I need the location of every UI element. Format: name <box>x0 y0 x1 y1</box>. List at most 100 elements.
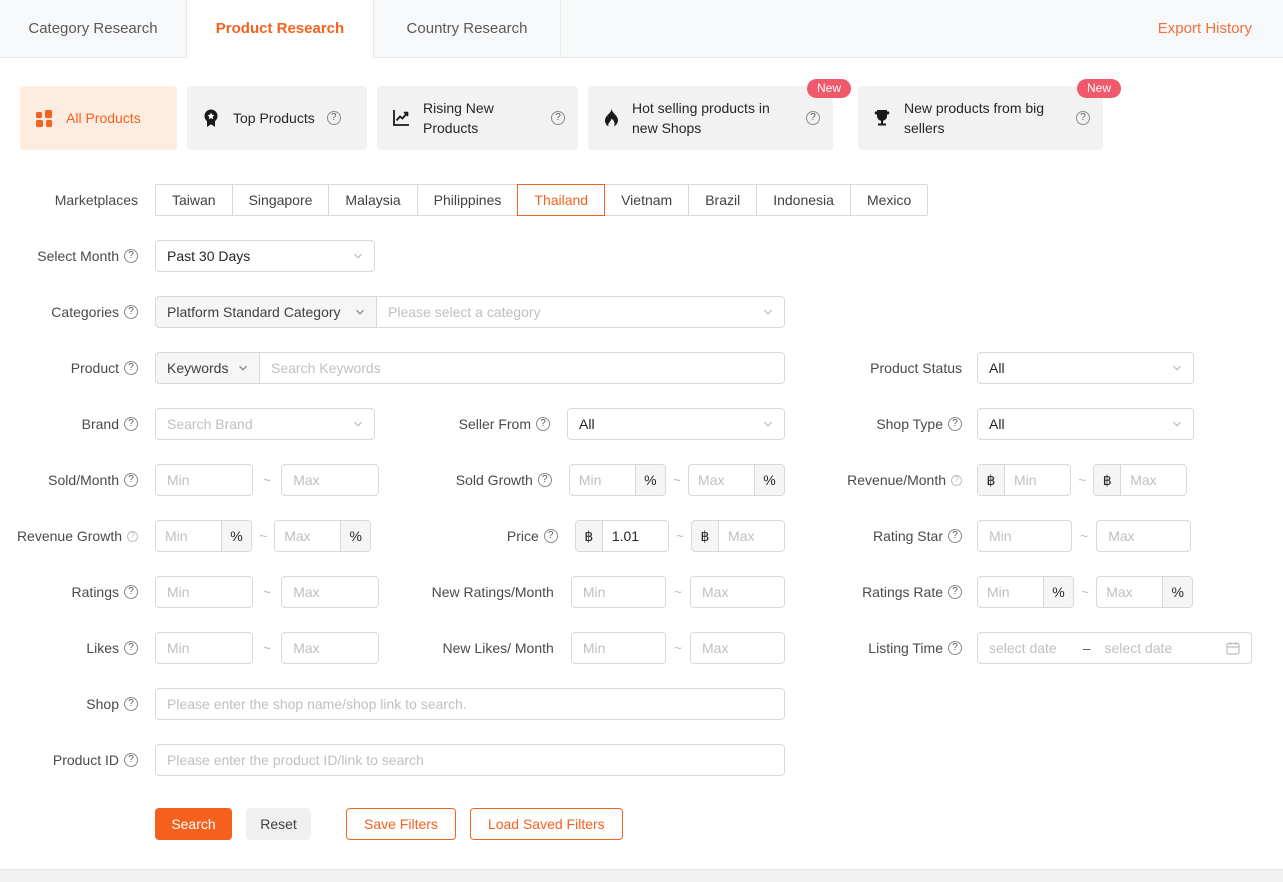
help-icon[interactable]: ? <box>127 530 138 542</box>
card-label: Hot selling products in new Shops <box>632 99 770 136</box>
product-id-input[interactable] <box>155 744 785 776</box>
help-icon[interactable]: ? <box>537 473 552 487</box>
baht-currency-prefix: ฿ <box>691 520 719 552</box>
help-icon[interactable]: ? <box>124 753 138 767</box>
marketplace-option-malaysia[interactable]: Malaysia <box>328 184 418 216</box>
chevron-down-icon <box>353 419 363 429</box>
listing-time-label: Listing Time ? <box>785 640 962 656</box>
help-icon[interactable]: ? <box>951 474 962 486</box>
brand-select[interactable]: Search Brand <box>155 408 375 440</box>
trophy-icon <box>872 108 892 128</box>
load-saved-filters-button[interactable]: Load Saved Filters <box>469 808 623 840</box>
help-icon[interactable]: ? <box>124 585 138 599</box>
help-icon[interactable]: ? <box>948 585 962 599</box>
rating-star-min-input[interactable] <box>977 520 1072 552</box>
help-icon[interactable]: ? <box>806 111 820 125</box>
card-hot-selling-new-shops[interactable]: New Hot selling products in new Shops ? <box>588 79 851 150</box>
shop-type-dropdown[interactable]: All <box>977 408 1194 440</box>
help-icon[interactable]: ? <box>326 111 341 125</box>
save-filters-button[interactable]: Save Filters <box>346 808 456 840</box>
start-date-field[interactable]: select date <box>989 640 1057 656</box>
end-date-field[interactable]: select date <box>1105 640 1173 656</box>
trend-chart-icon <box>391 108 411 128</box>
baht-currency-prefix: ฿ <box>977 464 1005 496</box>
product-status-dropdown[interactable]: All <box>977 352 1194 384</box>
card-top-products[interactable]: Top Products ? <box>187 86 367 150</box>
listing-time-date-range-picker[interactable]: select date – select date <box>977 632 1252 664</box>
export-history-link[interactable]: Export History <box>1158 0 1283 57</box>
price-max-input[interactable] <box>718 520 785 552</box>
shop-search-input[interactable] <box>155 688 785 720</box>
likes-max-input[interactable] <box>281 632 380 664</box>
marketplace-option-mexico[interactable]: Mexico <box>849 184 929 216</box>
marketplace-button-group: Taiwan Singapore Malaysia Philippines Thaila… <box>155 184 929 216</box>
card-label: Rising New Products <box>423 99 494 136</box>
percent-suffix: % <box>1043 576 1074 608</box>
card-new-products-big-sellers[interactable]: New New products from big sellers ? <box>858 79 1121 150</box>
help-icon[interactable]: ? <box>124 249 138 263</box>
sold-growth-max-input[interactable] <box>688 464 755 496</box>
help-icon[interactable]: ? <box>536 417 550 431</box>
tab-category-research[interactable]: Category Research <box>0 0 187 57</box>
marketplace-option-indonesia[interactable]: Indonesia <box>756 184 851 216</box>
reset-button[interactable]: Reset <box>246 808 311 840</box>
marketplace-option-brazil[interactable]: Brazil <box>688 184 758 216</box>
help-icon[interactable]: ? <box>1076 111 1090 125</box>
sold-month-max-input[interactable] <box>281 464 380 496</box>
top-tab-bar: Category Research Product Research Count… <box>0 0 1283 58</box>
product-status-label: Product Status <box>870 360 962 376</box>
likes-min-input[interactable] <box>155 632 253 664</box>
new-badge: New <box>806 79 851 98</box>
ratings-rate-min-input[interactable] <box>977 576 1044 608</box>
seller-from-dropdown[interactable]: All <box>567 408 785 440</box>
help-icon[interactable]: ? <box>948 529 962 543</box>
sold-growth-min-input[interactable] <box>568 464 636 496</box>
select-month-dropdown[interactable]: Past 30 Days <box>155 240 375 272</box>
marketplace-option-vietnam[interactable]: Vietnam <box>604 184 690 216</box>
help-icon[interactable]: ? <box>124 361 138 375</box>
tab-country-research[interactable]: Country Research <box>374 0 561 57</box>
tab-product-research[interactable]: Product Research <box>187 0 374 58</box>
revenue-growth-min-input[interactable] <box>155 520 222 552</box>
keywords-input[interactable] <box>259 352 785 384</box>
product-search-type-dropdown[interactable]: Keywords <box>155 352 260 384</box>
help-icon[interactable]: ? <box>551 111 565 125</box>
rating-star-max-input[interactable] <box>1096 520 1192 552</box>
chevron-down-icon <box>353 251 363 261</box>
help-icon[interactable]: ? <box>124 305 138 319</box>
sold-month-min-input[interactable] <box>155 464 253 496</box>
price-min-input[interactable] <box>601 520 669 552</box>
search-button[interactable]: Search <box>155 808 232 840</box>
new-ratings-max-input[interactable] <box>690 576 785 608</box>
ratings-min-input[interactable] <box>155 576 253 608</box>
marketplace-option-thailand[interactable]: Thailand <box>517 184 606 216</box>
help-icon[interactable]: ? <box>543 529 558 543</box>
help-icon[interactable]: ? <box>948 641 962 655</box>
help-icon[interactable]: ? <box>948 417 962 431</box>
help-icon[interactable]: ? <box>124 473 138 487</box>
category-select[interactable]: Please select a category <box>376 296 785 328</box>
category-type-dropdown[interactable]: Platform Standard Category <box>155 296 377 328</box>
tilde-separator: ~ <box>673 584 682 600</box>
new-likes-min-input[interactable] <box>570 632 666 664</box>
revenue-month-min-input[interactable] <box>1004 464 1071 496</box>
help-icon[interactable]: ? <box>124 417 138 431</box>
new-likes-max-input[interactable] <box>690 632 785 664</box>
card-rising-new-products[interactable]: Rising New Products ? <box>377 86 578 150</box>
new-ratings-min-input[interactable] <box>570 576 666 608</box>
ratings-max-input[interactable] <box>281 576 380 608</box>
revenue-growth-max-input[interactable] <box>274 520 342 552</box>
chevron-down-icon <box>763 419 773 429</box>
marketplace-option-philippines[interactable]: Philippines <box>416 184 519 216</box>
help-icon[interactable]: ? <box>124 697 138 711</box>
chevron-down-icon <box>1172 419 1182 429</box>
shop-label: Shop ? <box>0 696 138 712</box>
help-icon[interactable]: ? <box>124 641 138 655</box>
card-all-products[interactable]: All Products <box>20 86 177 150</box>
ratings-rate-max-input[interactable] <box>1096 576 1164 608</box>
marketplace-option-taiwan[interactable]: Taiwan <box>155 184 233 216</box>
percent-suffix: % <box>754 464 785 496</box>
marketplace-option-singapore[interactable]: Singapore <box>231 184 330 216</box>
tilde-separator: ~ <box>263 472 272 488</box>
revenue-month-max-input[interactable] <box>1120 464 1188 496</box>
